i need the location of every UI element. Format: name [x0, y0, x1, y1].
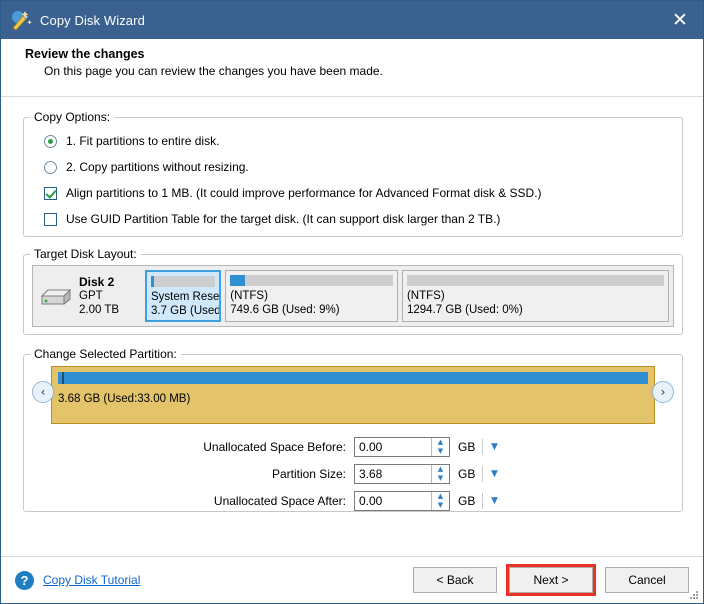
field-unallocated-before-label: Unallocated Space Before:: [203, 439, 346, 454]
selected-partition-caption: 3.68 GB (Used:33.00 MB): [58, 393, 191, 405]
option-use-gpt[interactable]: Use GUID Partition Table for the target …: [44, 206, 682, 232]
spin-down-icon[interactable]: ▼: [432, 447, 449, 456]
resize-grip-icon[interactable]: [688, 589, 700, 601]
copy-options-group: Copy Options: 1. Fit partitions to entir…: [23, 110, 683, 237]
page-title: Review the changes: [25, 47, 145, 61]
unallocated-after-unit: GB: [458, 493, 476, 508]
option-fit-partitions[interactable]: 1. Fit partitions to entire disk.: [44, 128, 682, 154]
disk-capacity: 2.00 TB: [79, 304, 120, 316]
option-use-gpt-label: Use GUID Partition Table for the target …: [66, 212, 501, 226]
unallocated-after-spin-arrows[interactable]: ▲ ▼: [431, 491, 449, 510]
disk-name: Disk 2: [79, 275, 115, 289]
option-align-partitions-label: Align partitions to 1 MB. (It could impr…: [66, 186, 542, 200]
next-partition-arrow-icon[interactable]: ›: [652, 381, 674, 403]
partition-size: 749.6 GB (Used: 9%): [230, 304, 340, 316]
partition-name: (NTFS): [406, 290, 445, 302]
cancel-button[interactable]: Cancel: [605, 567, 689, 593]
disk-scheme: GPT: [79, 290, 103, 302]
partition-size-input[interactable]: [355, 464, 431, 483]
question-mark-icon[interactable]: ?: [15, 570, 34, 590]
change-partition-legend: Change Selected Partition:: [34, 347, 177, 361]
partition-size: 1294.7 GB (Used: 0%): [406, 304, 523, 316]
spin-down-icon[interactable]: ▼: [432, 501, 449, 510]
partition-size-unit: GB: [458, 466, 476, 481]
close-icon[interactable]: ✕: [657, 1, 703, 39]
field-unallocated-before: Unallocated Space Before: ▲ ▼ GB ▼: [24, 433, 682, 460]
partition-name: (NTFS): [230, 290, 268, 302]
unallocated-after-input[interactable]: [355, 491, 431, 510]
checkbox-align-partitions-icon[interactable]: [44, 186, 57, 200]
copy-disk-wizard-window: Copy Disk Wizard ✕ Review the changes On…: [0, 0, 704, 604]
change-selected-partition-group: Change Selected Partition: ‹ 3.68 GB (Us…: [23, 347, 683, 512]
unallocated-before-unit: GB: [458, 439, 476, 454]
partition-size-stepper[interactable]: ▲ ▼: [354, 463, 450, 484]
unallocated-before-spin-arrows[interactable]: ▲ ▼: [431, 437, 449, 456]
spin-down-icon[interactable]: ▼: [432, 474, 449, 483]
partition-size-fields: Unallocated Space Before: ▲ ▼ GB ▼ Parti…: [24, 433, 682, 514]
wizard-body: Copy Options: 1. Fit partitions to entir…: [1, 97, 703, 556]
partition-usage-bar: [406, 275, 664, 286]
partition-used-fill: [151, 276, 154, 287]
selected-partition-strip: ‹ 3.68 GB (Used:33.00 MB) ›: [32, 366, 674, 424]
next-button[interactable]: Next >: [506, 564, 596, 596]
back-button[interactable]: < Back: [413, 567, 497, 593]
disk-layout-panel: Disk 2 GPT 2.00 TB System Reser 3.7 GB (…: [32, 265, 674, 327]
partition-ntfs-2[interactable]: (NTFS) 1294.7 GB (Used: 0%): [401, 270, 669, 322]
partition-ntfs-1[interactable]: (NTFS) 749.6 GB (Used: 9%): [225, 270, 398, 322]
partition-system-reserved[interactable]: System Reser 3.7 GB (Used:: [145, 270, 222, 322]
option-copy-without-resizing[interactable]: 2. Copy partitions without resizing.: [44, 154, 682, 180]
unallocated-after-stepper[interactable]: ▲ ▼: [354, 490, 450, 511]
partition-size: 3.7 GB (Used:: [151, 305, 222, 317]
spin-up-icon[interactable]: ▲: [432, 465, 449, 474]
disk-info: Disk 2 GPT 2.00 TB: [37, 270, 145, 322]
disk-meta: Disk 2 GPT 2.00 TB: [79, 275, 119, 317]
field-partition-size: Partition Size: ▲ ▼ GB ▼: [24, 460, 682, 487]
option-align-partitions[interactable]: Align partitions to 1 MB. (It could impr…: [44, 180, 682, 206]
partition-usage-bar: [151, 276, 216, 287]
previous-partition-arrow-icon[interactable]: ‹: [32, 381, 54, 403]
partition-used-marker: [62, 372, 64, 384]
page-subtitle: On this page you can review the changes …: [44, 64, 383, 78]
partition-size-unit-dropdown-icon[interactable]: ▼: [491, 469, 498, 479]
unallocated-before-unit-dropdown-icon[interactable]: ▼: [491, 442, 498, 452]
unallocated-before-input[interactable]: [355, 437, 431, 456]
partition-usage-bar: [230, 275, 393, 286]
selected-partition-bar[interactable]: [58, 372, 648, 384]
target-disk-layout-group: Target Disk Layout: Disk 2 GPT 2.00 TB S…: [23, 247, 683, 335]
footer-bar: ? Copy Disk Tutorial < Back Next > Cance…: [1, 556, 703, 603]
spin-up-icon[interactable]: ▲: [432, 438, 449, 447]
wizard-wand-icon: [10, 9, 32, 31]
hard-disk-icon: [39, 283, 73, 309]
selected-partition-box[interactable]: 3.68 GB (Used:33.00 MB): [51, 366, 655, 424]
option-fit-partitions-label: 1. Fit partitions to entire disk.: [66, 134, 220, 148]
field-unallocated-after: Unallocated Space After: ▲ ▼ GB ▼: [24, 487, 682, 514]
page-header: Review the changes On this page you can …: [1, 39, 703, 97]
target-disk-layout-legend: Target Disk Layout:: [34, 247, 137, 261]
unallocated-before-stepper[interactable]: ▲ ▼: [354, 436, 450, 457]
checkbox-use-gpt-icon[interactable]: [44, 212, 57, 226]
title-bar: Copy Disk Wizard ✕: [1, 1, 703, 39]
radio-fit-partitions-icon[interactable]: [44, 134, 57, 148]
copy-options-legend: Copy Options:: [34, 110, 111, 124]
footer-buttons: < Back Next > Cancel: [404, 564, 689, 596]
spin-up-icon[interactable]: ▲: [432, 492, 449, 501]
field-unallocated-after-label: Unallocated Space After:: [213, 493, 346, 508]
option-copy-without-resizing-label: 2. Copy partitions without resizing.: [66, 160, 249, 174]
field-partition-size-label: Partition Size:: [271, 466, 346, 481]
window-title: Copy Disk Wizard: [40, 12, 145, 28]
unit-divider: [482, 465, 483, 482]
unallocated-after-unit-dropdown-icon[interactable]: ▼: [491, 496, 498, 506]
radio-copy-without-resizing-icon[interactable]: [44, 160, 57, 174]
copy-disk-tutorial-link[interactable]: Copy Disk Tutorial: [43, 573, 140, 587]
unit-divider: [482, 492, 483, 509]
partition-size-spin-arrows[interactable]: ▲ ▼: [431, 464, 449, 483]
unit-divider: [482, 438, 483, 455]
partition-name: System Reser: [151, 291, 222, 303]
partition-used-fill: [230, 275, 245, 286]
